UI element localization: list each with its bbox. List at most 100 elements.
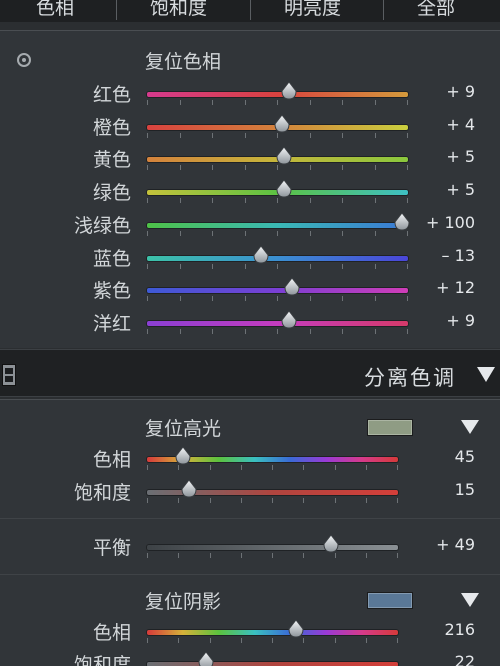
slider-ticks bbox=[147, 165, 408, 171]
slider-tick bbox=[407, 198, 408, 204]
slider-thumb[interactable] bbox=[198, 652, 214, 666]
slider-tick bbox=[240, 553, 242, 558]
tab-luminance[interactable]: 明亮度 bbox=[284, 0, 341, 21]
slider-value[interactable]: + 4 bbox=[446, 115, 475, 134]
slider-tick bbox=[303, 638, 305, 643]
slider-thumb[interactable] bbox=[323, 535, 339, 553]
slider-tick bbox=[147, 165, 148, 171]
slider-track[interactable] bbox=[147, 662, 398, 666]
slider-tick bbox=[178, 638, 180, 643]
shadow-color-swatch[interactable] bbox=[367, 592, 413, 609]
slider-thumb[interactable] bbox=[281, 310, 297, 329]
slider-tick bbox=[334, 465, 336, 470]
slider-tick bbox=[244, 132, 246, 138]
target-adjust-icon[interactable] bbox=[17, 53, 31, 67]
slider-tick bbox=[209, 638, 211, 643]
slider-thumb[interactable] bbox=[284, 278, 300, 296]
slider-value[interactable]: 15 bbox=[455, 480, 475, 499]
split-toning-panel: 复位高光 色相 45 饱和度 15 平衡 + 49 色相 216 饱和度 22 复位阴影 bbox=[0, 399, 500, 666]
reset-shadows-button[interactable]: 复位阴影 bbox=[145, 587, 221, 614]
slider-value[interactable]: + 9 bbox=[446, 311, 475, 330]
slider-thumb[interactable] bbox=[175, 447, 191, 465]
slider-tick bbox=[277, 165, 278, 171]
slider-value[interactable]: 45 bbox=[455, 447, 475, 466]
slider-tick bbox=[244, 263, 246, 269]
slider-value[interactable]: – 13 bbox=[442, 246, 475, 265]
slider-track[interactable] bbox=[147, 320, 408, 326]
reset-highlights-button[interactable]: 复位高光 bbox=[145, 414, 221, 441]
slider-value[interactable]: + 100 bbox=[426, 213, 475, 232]
slider-thumb[interactable] bbox=[274, 114, 290, 133]
highlight-picker-triangle-icon[interactable] bbox=[461, 420, 479, 434]
slider-thumb[interactable] bbox=[281, 82, 297, 100]
slider-tick bbox=[244, 296, 246, 302]
slider-label: 平衡 bbox=[92, 537, 131, 559]
panel-switch-icon[interactable] bbox=[2, 364, 16, 386]
triangle-down-icon[interactable] bbox=[477, 367, 495, 382]
slider-track[interactable] bbox=[147, 222, 408, 228]
reset-hue-button[interactable]: 复位色相 bbox=[145, 47, 221, 74]
slider-track[interactable] bbox=[147, 288, 408, 294]
slider-thumb[interactable] bbox=[276, 180, 292, 198]
slider-tick bbox=[244, 100, 246, 105]
slider-thumb[interactable] bbox=[253, 245, 269, 264]
slider-tick bbox=[147, 198, 148, 204]
hue-slider-row: 橙色 + 4 bbox=[0, 111, 500, 143]
slider-value[interactable]: 22 bbox=[455, 652, 475, 666]
slider-thumb[interactable] bbox=[394, 212, 410, 231]
slider-tick bbox=[365, 498, 367, 503]
slider-ticks bbox=[147, 638, 398, 644]
slider-tick bbox=[212, 230, 213, 236]
slider-value[interactable]: + 5 bbox=[446, 180, 475, 199]
slider-tick bbox=[374, 328, 376, 334]
slider-track[interactable] bbox=[147, 92, 408, 97]
hue-panel: 复位色相 红色 + 9 橙色 + 4 黄色 + 5 绿色 + 5 浅绿色 + 100 蓝色 – 13 紫… bbox=[0, 30, 500, 348]
slider-tick bbox=[342, 263, 343, 269]
hue-slider-row: 红色 + 9 bbox=[0, 78, 500, 110]
slider-tick bbox=[147, 553, 148, 558]
slider-value[interactable]: + 9 bbox=[446, 82, 475, 101]
slider-ticks bbox=[147, 230, 408, 237]
slider-tick bbox=[397, 465, 398, 470]
slider-thumb[interactable] bbox=[288, 620, 304, 638]
slider-tick bbox=[309, 328, 311, 334]
slider-thumb[interactable] bbox=[276, 147, 292, 165]
slider-tick bbox=[178, 465, 180, 470]
tab-saturation[interactable]: 饱和度 bbox=[150, 0, 207, 21]
slider-tick bbox=[179, 132, 181, 138]
slider-ticks bbox=[147, 296, 408, 302]
highlight-hue-row: 色相 45 bbox=[0, 443, 500, 475]
slider-value[interactable]: 216 bbox=[444, 620, 475, 639]
slider-tick bbox=[303, 465, 305, 470]
tab-all[interactable]: 全部 bbox=[417, 0, 455, 21]
slider-track[interactable] bbox=[147, 630, 398, 635]
slider-thumb[interactable] bbox=[181, 480, 197, 498]
slider-ticks bbox=[147, 498, 398, 504]
slider-tick bbox=[272, 498, 273, 503]
slider-value[interactable]: + 49 bbox=[436, 535, 475, 554]
slider-tick bbox=[244, 230, 246, 236]
slider-value[interactable]: + 12 bbox=[436, 278, 475, 297]
slider-ticks bbox=[147, 132, 408, 139]
slider-label: 洋红 bbox=[92, 312, 131, 335]
tab-separator bbox=[116, 0, 117, 20]
tab-separator bbox=[383, 0, 384, 20]
slider-label: 饱和度 bbox=[73, 482, 131, 504]
slider-value[interactable]: + 5 bbox=[446, 147, 475, 166]
shadow-picker-triangle-icon[interactable] bbox=[461, 593, 479, 607]
slider-tick bbox=[147, 132, 148, 138]
slider-tick bbox=[397, 638, 398, 643]
slider-tick bbox=[342, 165, 343, 171]
slider-tick bbox=[365, 465, 367, 470]
slider-tick bbox=[209, 553, 211, 558]
slider-track[interactable] bbox=[147, 545, 398, 550]
slider-tick bbox=[374, 263, 376, 269]
slider-tick bbox=[342, 328, 343, 334]
highlight-color-swatch[interactable] bbox=[367, 419, 413, 436]
slider-track[interactable] bbox=[147, 255, 408, 261]
slider-tick bbox=[277, 198, 278, 204]
slider-tick bbox=[309, 230, 311, 236]
tab-hue[interactable]: 色相 bbox=[36, 0, 74, 21]
slider-tick bbox=[277, 230, 278, 236]
split-toning-header[interactable]: 分离色调 bbox=[0, 349, 500, 397]
